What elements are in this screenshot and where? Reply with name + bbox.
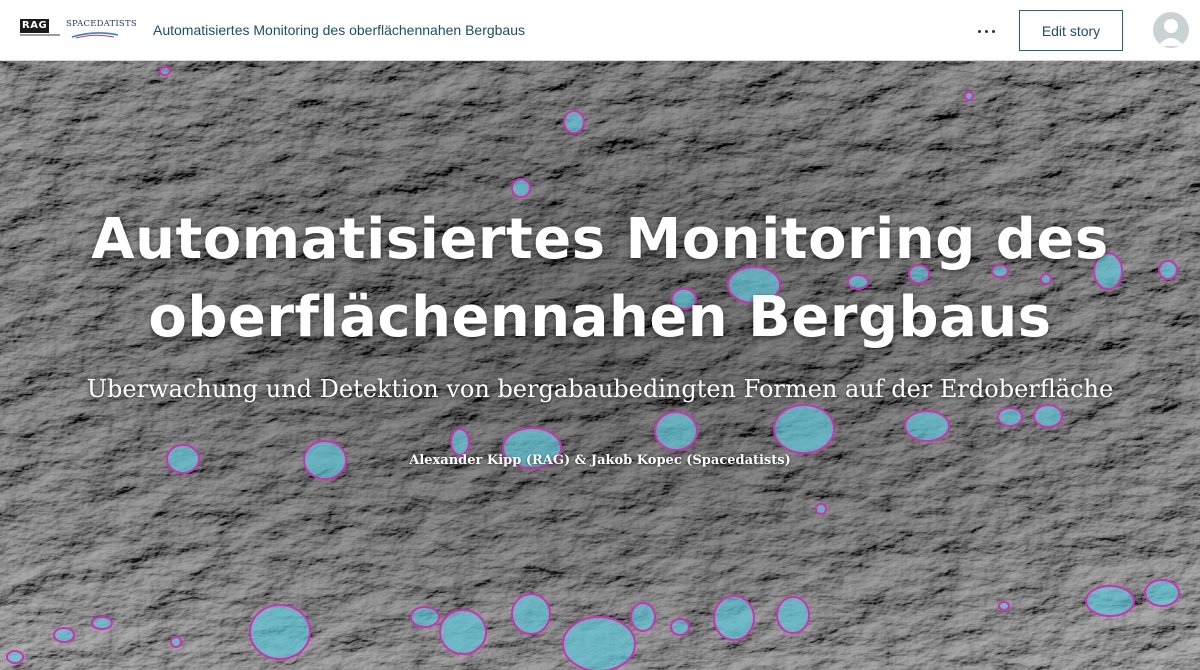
- ellipsis-icon: [977, 29, 981, 33]
- rag-logo-text: RAG: [20, 19, 50, 33]
- rag-logo-underline: [20, 34, 60, 36]
- rag-logo: RAG: [20, 19, 60, 41]
- avatar-silhouette-icon: [1158, 19, 1184, 46]
- hillshade-map-image: [0, 61, 1200, 670]
- cover-byline: Alexander Kipp (RAG) & Jakob Kopec (Spac…: [409, 453, 791, 468]
- hero-cover: Automatisiertes Monitoring des oberfläch…: [0, 61, 1200, 670]
- partner-logos[interactable]: RAG SPACEDATISTS: [20, 18, 137, 42]
- edit-story-button[interactable]: Edit story: [1019, 10, 1123, 51]
- spacedatists-logo-text: SPACEDATISTS: [66, 19, 137, 29]
- top-header: RAG SPACEDATISTS Automatisiertes Monitor…: [0, 0, 1200, 61]
- ellipsis-icon: [984, 29, 988, 33]
- ellipsis-icon: [991, 29, 995, 33]
- cover-title: Automatisiertes Monitoring des oberfläch…: [91, 207, 1109, 350]
- more-options-button[interactable]: [968, 17, 1004, 45]
- spacedatists-logo: SPACEDATISTS: [66, 18, 137, 42]
- story-title-link[interactable]: Automatisiertes Monitoring des oberfläch…: [153, 22, 525, 38]
- user-avatar-icon[interactable]: [1153, 12, 1189, 48]
- spacedatists-swoosh-icon: [71, 32, 119, 39]
- cover-subtitle: Uberwachung und Detektion von bergabaube…: [86, 375, 1114, 403]
